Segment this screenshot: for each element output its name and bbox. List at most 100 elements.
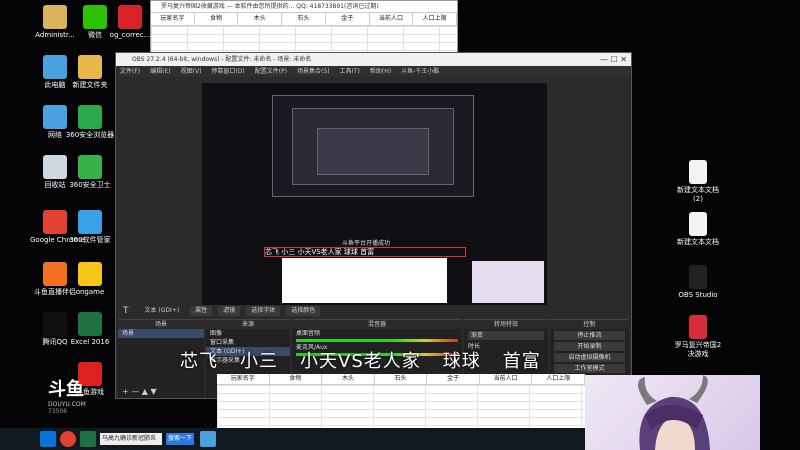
network-icon [43,105,67,129]
menu-item[interactable]: 配置文件(P) [255,66,287,77]
inner-caption: 斗鱼平台开播成功 [342,240,391,247]
douyu-logo-sub: DOUYU.COM [48,401,86,408]
column-header[interactable]: 人口上限 [532,374,586,384]
scene-item[interactable]: 场景 [118,329,204,338]
excel-title: 罗马复兴帝国2收藏游戏 — 本软件由您所提供的... QQ: 418733891… [151,1,457,12]
column-header[interactable]: 玩家名字 [217,374,270,384]
transition-select[interactable]: 渐变 [468,331,544,340]
windows-start-icon[interactable] [40,431,56,447]
vtuber-avatar [585,375,760,450]
column-header[interactable]: 人口上限 [413,13,458,25]
desktop-icon[interactable]: 360安全浏览器 [65,105,115,140]
browser-taskbar-icon[interactable] [200,431,216,447]
desktop-icon-label: 360软件管家 [69,236,111,244]
recycle-bin-icon [43,155,67,179]
column-header[interactable]: 食物 [195,13,239,25]
control-button[interactable]: 停止推流 [554,331,625,340]
overlay-name: 小天VS老人家 [300,351,421,372]
column-header[interactable]: 食物 [270,374,323,384]
shield-360-icon [78,155,102,179]
overlay-name: 球球 [442,351,481,372]
column-header[interactable]: 当前人口 [480,374,533,384]
desktop-icon-label: 罗马复兴帝国2决游戏 [674,341,722,358]
qq-icon [43,312,67,336]
select-color-button[interactable]: 选择颜色 [286,306,321,316]
excel-grid[interactable] [151,26,457,53]
taskbar[interactable]: 马高九确诊新冠肺炎 搜索一下 [0,428,585,450]
douyu-logo: 斗鱼 DOUYU.COM 73506 [48,375,98,415]
obs-preview[interactable]: 斗鱼平台开播成功 芯飞 小三 小天VS老人家 球球 首富 [202,83,547,305]
menu-item[interactable]: 视图(V) [181,66,202,77]
taskbar-window[interactable]: 马高九确诊新冠肺炎 [100,433,162,445]
source-item[interactable]: 窗口采集 [206,338,290,347]
column-header[interactable]: 木头 [238,13,283,25]
excel-window-top[interactable]: 罗马复兴帝国2收藏游戏 — 本软件由您所提供的... QQ: 418733891… [150,0,458,54]
mixer-header: 混音器 [292,320,462,329]
inner-excel [282,258,447,303]
desktop-icon[interactable]: 360软件管家 [65,210,115,245]
douyu-logo-text: 斗鱼 [48,379,84,400]
select-font-button[interactable]: 选择字体 [246,306,281,316]
menu-item[interactable]: 场景集合(S) [297,66,330,77]
douyu-icon [43,262,67,286]
overlay-name: 首富 [502,351,541,372]
column-header[interactable]: 石头 [375,374,428,384]
window-controls[interactable]: — ☐ ✕ [600,55,627,64]
game-icon [689,315,707,339]
desktop-icon[interactable]: 360安全卫士 [65,155,115,190]
chrome-icon [43,210,67,234]
menu-item[interactable]: 文件(F) [120,66,140,77]
obs-icon [689,265,707,289]
controls-header: 控制 [550,320,629,329]
transitions-header: 转场特效 [464,320,548,329]
source-toolbar: T 文本 (GDI+) 属性 滤镜 选择字体 选择颜色 [118,305,629,317]
desktop-icon[interactable]: 新建文件夹 [65,55,115,90]
scene-actions[interactable]: + — ▲ ▼ [122,387,157,396]
overlay-name: 小三 [240,351,278,372]
menu-item[interactable]: 编辑(E) [150,66,170,77]
excel-header-row: 玩家名字 食物 木头 石头 金子 当前人口 人口上限 [151,12,458,26]
excel-icon [78,312,102,336]
filters-button[interactable]: 滤镜 [218,306,241,316]
desktop-icon[interactable]: 罗马复兴帝国2决游戏 [673,315,723,359]
column-header[interactable]: 金子 [427,374,480,384]
text-file-icon [689,212,707,236]
excel-taskbar-icon[interactable] [80,431,96,447]
column-header[interactable]: 金子 [326,13,370,25]
column-header[interactable]: 当前人口 [370,13,414,25]
desktop-icon[interactable]: OBS Studio [673,265,723,300]
column-header[interactable]: 木头 [322,374,375,384]
menu-item[interactable]: 帮助(H) [370,66,391,77]
desktop-icon[interactable]: ongame [65,262,115,297]
excel-header-row: 玩家名字 食物 木头 石头 金子 当前人口 人口上限 [217,374,586,385]
desktop-icon-label: OBS Studio [678,291,718,299]
computer-icon [43,55,67,79]
menu-item[interactable]: 工具(T) [340,66,360,77]
source-item[interactable]: 图像 [206,329,290,338]
software-manager-icon [78,210,102,234]
menu-item[interactable]: 停靠窗口(D) [211,66,244,77]
column-header[interactable]: 玩家名字 [151,13,195,25]
red-app-icon [118,5,142,29]
properties-button[interactable]: 属性 [190,306,213,316]
desktop-icon[interactable]: 新建文本文档 [673,212,723,247]
scenes-header: 场景 [118,320,204,329]
desktop-icon-label: 360安全浏览器 [65,131,115,139]
overlay-name: 芯飞 [180,351,218,372]
text-file-icon [689,160,707,184]
desktop-icon[interactable]: og_correc... [105,5,155,40]
desktop-icon[interactable]: 新建文本文档 (2) [673,160,723,204]
mixer-track-desktop: 桌面音频 [296,330,321,337]
column-header[interactable]: 石头 [282,13,326,25]
inner-overlay-text[interactable]: 芯飞 小三 小天VS老人家 球球 首富 [264,247,466,257]
desktop-icon-label: 新建文件夹 [72,81,108,89]
search-button[interactable]: 搜索一下 [166,433,194,445]
desktop-icon[interactable]: Excel 2016 [65,312,115,347]
sources-header: 来源 [206,320,290,329]
chrome-taskbar-icon[interactable] [60,431,76,447]
obs-menubar[interactable]: 文件(F) 编辑(E) 视图(V) 停靠窗口(D) 配置文件(P) 场景集合(S) 工具(T… [116,66,631,77]
meter-bar [296,339,458,342]
menu-item[interactable]: 斗鱼-千王小酷 [401,66,439,77]
user-folder-icon [43,5,67,29]
overlay-names: 芯飞 小三 小天VS老人家 球球 首富 [180,347,600,375]
